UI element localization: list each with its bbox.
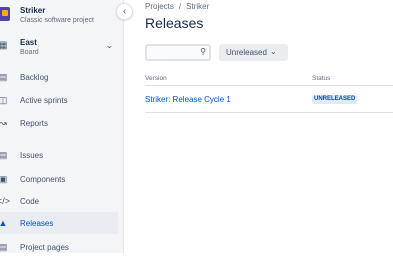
status-filter-dropdown[interactable]: Unreleased ⌄ bbox=[219, 44, 288, 61]
status-badge: UNRELEASED bbox=[312, 95, 358, 104]
issues-icon: ▤ bbox=[0, 149, 8, 160]
active-sprints-icon: ◫ bbox=[0, 94, 8, 105]
board-name: East bbox=[20, 38, 37, 47]
sidebar-item-label: Project pages bbox=[20, 242, 69, 252]
breadcrumb-separator: / bbox=[178, 2, 182, 11]
project-header[interactable]: Striker Classic software project bbox=[0, 2, 115, 28]
chevron-left-icon: ‹ bbox=[122, 6, 127, 17]
board-subtitle: Board bbox=[20, 49, 39, 56]
sidebar-item-reports[interactable]: ↝ Reports bbox=[0, 112, 118, 134]
sidebar-item-label: Active sprints bbox=[20, 95, 68, 105]
sidebar-item-releases[interactable]: ▲ Releases bbox=[0, 212, 118, 234]
components-icon: ▣ bbox=[0, 173, 8, 184]
collapse-sidebar-button[interactable]: ‹ bbox=[116, 3, 133, 20]
board-selector[interactable]: ▦ East Board ⌄ bbox=[0, 36, 118, 62]
chevron-down-icon: ⌄ bbox=[270, 47, 277, 56]
sidebar: Striker Classic software project ▦ East … bbox=[0, 0, 124, 253]
search-box[interactable]: ⚲ bbox=[145, 44, 211, 61]
backlog-icon: ▤ bbox=[0, 71, 8, 82]
sidebar-item-code[interactable]: </> Code bbox=[0, 190, 118, 212]
sidebar-item-label: Reports bbox=[20, 118, 49, 128]
sidebar-item-label: Code bbox=[20, 196, 40, 206]
column-header-version[interactable]: Version bbox=[145, 75, 167, 82]
breadcrumb-projects[interactable]: Projects bbox=[145, 2, 174, 11]
code-icon: </> bbox=[0, 196, 11, 206]
sidebar-item-backlog[interactable]: ▤ Backlog bbox=[0, 66, 118, 88]
project-avatar-icon bbox=[0, 7, 10, 21]
sidebar-item-label: Backlog bbox=[20, 72, 49, 82]
sidebar-item-components[interactable]: ▣ Components bbox=[0, 168, 118, 190]
sidebar-item-active-sprints[interactable]: ◫ Active sprints bbox=[0, 89, 118, 111]
sidebar-item-label: Releases bbox=[20, 218, 54, 228]
search-input[interactable] bbox=[150, 47, 196, 58]
main-content: Projects / Striker Releases ⚲ Unreleased ⌄… bbox=[124, 0, 393, 253]
status-filter-label: Unreleased bbox=[226, 48, 267, 57]
reports-icon: ↝ bbox=[0, 117, 7, 128]
breadcrumb-striker[interactable]: Striker bbox=[186, 2, 209, 11]
sidebar-item-issues[interactable]: ▤ Issues bbox=[0, 144, 118, 166]
search-icon: ⚲ bbox=[200, 47, 206, 56]
chevron-down-icon: ⌄ bbox=[105, 41, 114, 50]
sidebar-item-project-pages[interactable]: ▤ Project pages bbox=[0, 236, 118, 258]
column-header-status: Status bbox=[312, 75, 331, 82]
table-header: Version Status bbox=[145, 73, 393, 86]
project-name: Striker bbox=[20, 6, 46, 15]
sidebar-item-label: Components bbox=[20, 174, 66, 184]
breadcrumb: Projects / Striker bbox=[145, 2, 209, 11]
project-type: Classic software project bbox=[20, 17, 94, 24]
page-title: Releases bbox=[145, 15, 204, 31]
sidebar-item-label: Issues bbox=[20, 150, 44, 160]
project-pages-icon: ▤ bbox=[0, 241, 8, 252]
version-link[interactable]: Striker: Release Cycle 1 bbox=[145, 95, 231, 104]
releases-icon: ▲ bbox=[0, 218, 8, 228]
table-row: Striker: Release Cycle 1 UNRELEASED bbox=[145, 86, 393, 113]
board-icon: ▦ bbox=[0, 40, 8, 51]
